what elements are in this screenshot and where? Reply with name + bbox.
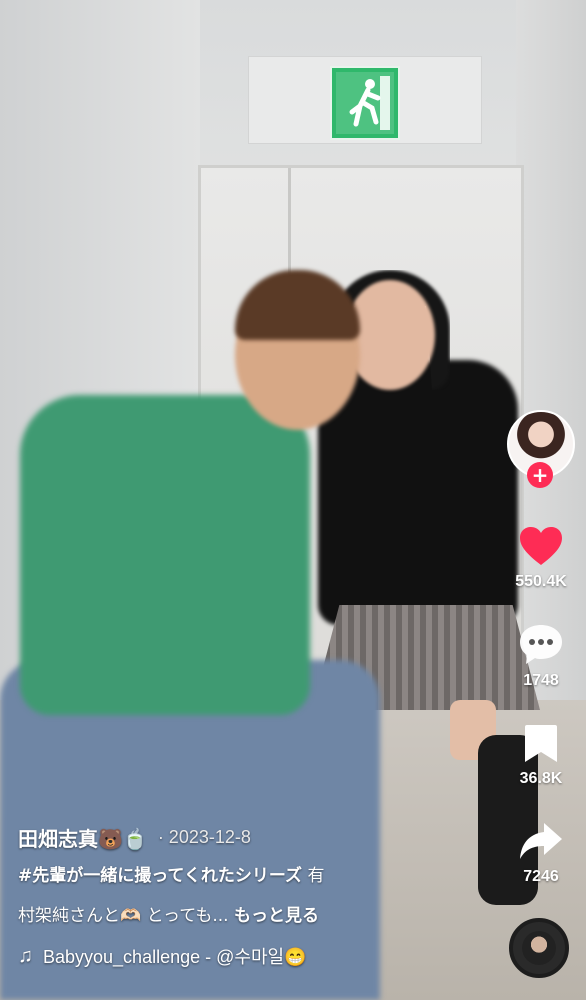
share-count: 7246 (523, 868, 559, 885)
hashtag-link[interactable]: #先輩が一緒に撮ってくれたシリーズ (18, 866, 302, 886)
creator-avatar[interactable]: + (507, 410, 575, 488)
post-date: · 2023-12-8 (157, 826, 251, 847)
share-button[interactable]: 7246 (498, 820, 584, 886)
save-count: 36.8K (519, 770, 563, 787)
music-disc[interactable] (509, 918, 569, 978)
share-arrow-icon (520, 823, 562, 859)
bookmark-icon (525, 725, 557, 762)
music-info[interactable]: ♫ Babyyou_challenge - @수마일😁 (18, 936, 488, 976)
person-black-sweater (318, 360, 518, 625)
caption-text-2: 村架純さんと🫶🏻 とっても... (18, 906, 234, 926)
caption-text-1: 有 (302, 866, 325, 886)
video-feed-screen[interactable]: + 550.4K 1748 36.8K 7246 田畑志真🐻🍵 · 2023-1… (0, 0, 586, 1000)
music-note-icon: ♫ (18, 944, 33, 967)
save-button[interactable]: 36.8K (498, 722, 584, 788)
see-more-link[interactable]: もっと見る (234, 906, 319, 926)
caption[interactable]: #先輩が一緒に撮ってくれたシリーズ 有 村架純さんと🫶🏻 とっても... もっと… (18, 856, 488, 936)
exit-sign-icon (330, 66, 400, 140)
video-info: 田畑志真🐻🍵 · 2023-12-8 #先輩が一緒に撮ってくれたシリーズ 有 村… (18, 820, 488, 976)
music-disc-avatar (522, 931, 556, 965)
comment-icon (520, 625, 562, 664)
comment-count: 1748 (523, 672, 559, 689)
comment-button[interactable]: 1748 (498, 622, 584, 690)
author-name[interactable]: 田畑志真🐻🍵 (18, 823, 148, 852)
like-count: 550.4K (515, 573, 567, 590)
like-button[interactable]: 550.4K (498, 525, 584, 591)
music-title[interactable]: Babyyou_challenge - @수마일😁 (43, 943, 306, 969)
person-green-cardigan (20, 395, 310, 715)
follow-plus-button[interactable]: + (527, 462, 553, 488)
author-line: 田畑志真🐻🍵 · 2023-12-8 (18, 820, 488, 854)
heart-icon (520, 527, 562, 565)
